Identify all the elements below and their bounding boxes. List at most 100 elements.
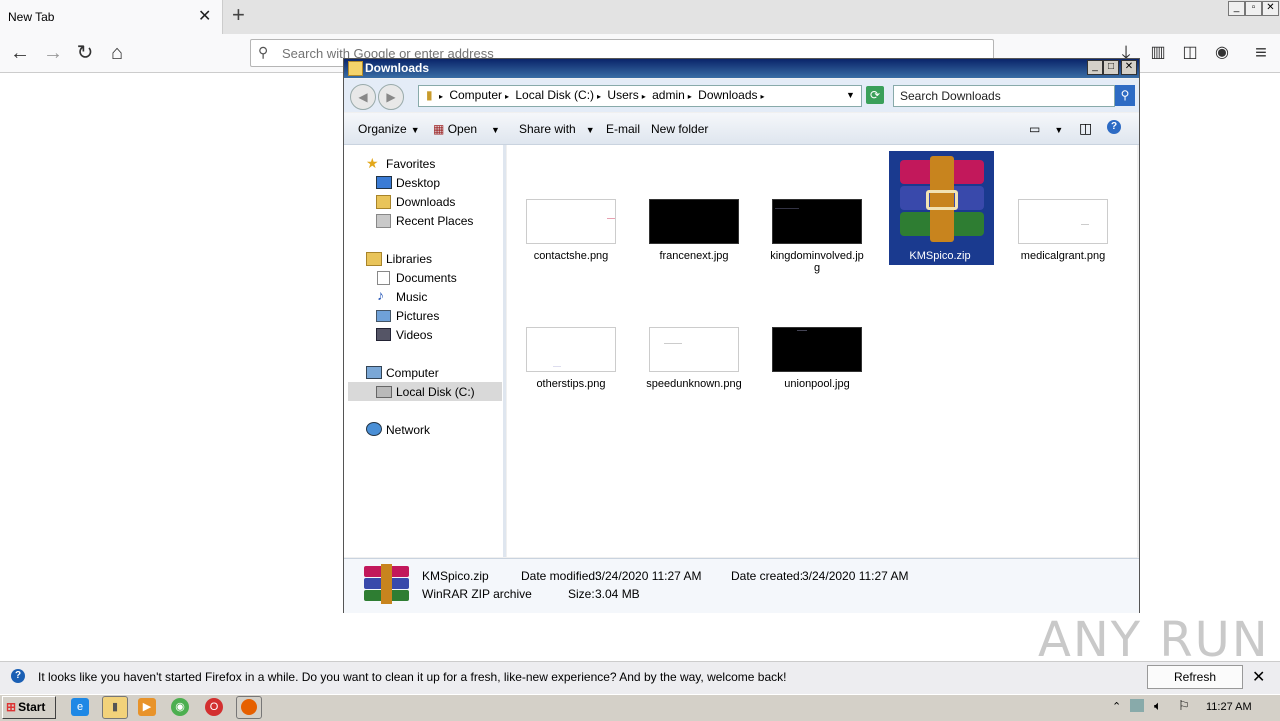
nav-network[interactable]: Network: [386, 423, 430, 437]
star-icon: ★: [366, 155, 379, 171]
folder-icon: [348, 61, 363, 76]
details-file-name: KMSpico.zip: [422, 569, 489, 583]
details-modified-value: 3/24/2020 11:27 AM: [595, 569, 702, 583]
explorer-back-icon[interactable]: ◀: [350, 84, 376, 110]
search-icon: ⚲: [258, 44, 269, 60]
winrar-archive-icon[interactable]: [896, 156, 988, 242]
menu-icon[interactable]: ≡: [1248, 42, 1274, 64]
chrome-icon[interactable]: ◉: [171, 698, 189, 716]
nav-desktop[interactable]: Desktop: [396, 176, 440, 190]
file-label-otherstips[interactable]: otherstips.png: [511, 378, 631, 390]
start-button[interactable]: ⊞ Start: [2, 696, 56, 719]
tab-title: New Tab: [8, 10, 55, 24]
anyrun-watermark: ANY RUN: [1038, 612, 1270, 668]
file-thumbnail-medicalgrant[interactable]: [1018, 199, 1108, 244]
breadcrumb-admin[interactable]: admin: [652, 88, 685, 102]
file-label-francenext[interactable]: francenext.jpg: [634, 250, 754, 262]
nav-downloads[interactable]: Downloads: [396, 195, 455, 209]
close-window-icon[interactable]: ✕: [1262, 1, 1279, 16]
file-thumbnail-unionpool[interactable]: [772, 327, 862, 372]
opera-icon[interactable]: O: [205, 698, 223, 716]
file-label-contactshe[interactable]: contactshe.png: [511, 250, 631, 262]
nav-videos[interactable]: Videos: [396, 328, 432, 342]
details-file-type: WinRAR ZIP archive: [422, 587, 532, 601]
explorer-forward-icon[interactable]: ▶: [378, 84, 404, 110]
search-icon[interactable]: ⚲: [1115, 85, 1135, 106]
notification-close-icon[interactable]: ✕: [1252, 667, 1265, 687]
refresh-icon[interactable]: ⟳: [866, 86, 884, 104]
refresh-firefox-button[interactable]: Refresh Firefox…: [1147, 665, 1243, 706]
library-icon[interactable]: ▥: [1145, 42, 1171, 64]
sidebar-icon[interactable]: ◫: [1177, 42, 1203, 64]
breadcrumb-downloads[interactable]: Downloads: [698, 88, 757, 102]
organize-button[interactable]: Organize ▼: [358, 122, 420, 136]
music-icon: ♪: [377, 287, 384, 303]
file-thumbnail-francenext[interactable]: [649, 199, 739, 244]
firefox-taskbar-icon[interactable]: [236, 696, 262, 719]
restore-icon[interactable]: ▫: [1245, 1, 1262, 16]
open-button[interactable]: ▦ Open ▼: [433, 122, 500, 136]
nav-libraries[interactable]: Libraries: [386, 252, 432, 266]
notification-text: It looks like you haven't started Firefo…: [38, 670, 787, 684]
action-center-flag-icon[interactable]: ⚐: [1178, 698, 1190, 714]
nav-recent-places[interactable]: Recent Places: [396, 214, 473, 228]
taskbar: [0, 694, 1280, 721]
file-thumbnail-speedunknown[interactable]: [649, 327, 739, 372]
tab-close-icon[interactable]: ✕: [198, 6, 211, 26]
home-icon[interactable]: ⌂: [104, 42, 130, 64]
help-icon[interactable]: ?: [1107, 120, 1121, 134]
windows-logo-icon: ⊞: [6, 700, 17, 714]
explorer-taskbar-icon[interactable]: ▮: [102, 696, 128, 719]
folder-icon: ▮: [426, 88, 433, 102]
forward-icon[interactable]: →: [40, 42, 66, 64]
file-label-unionpool[interactable]: unionpool.jpg: [757, 378, 877, 390]
share-with-button[interactable]: Share with ▼: [519, 122, 595, 136]
file-label-speedunknown[interactable]: speedunknown.png: [634, 378, 754, 390]
explorer-maximize-icon[interactable]: □: [1103, 60, 1119, 75]
minimize-icon[interactable]: _: [1228, 1, 1245, 16]
new-tab-icon[interactable]: +: [232, 4, 245, 26]
explorer-close-icon[interactable]: ✕: [1121, 60, 1137, 75]
new-folder-button[interactable]: New folder: [651, 122, 708, 136]
network-tray-icon[interactable]: [1130, 699, 1144, 712]
breadcrumb-local-disk[interactable]: Local Disk (C:): [515, 88, 594, 102]
file-label-kmspico[interactable]: KMSpico.zip: [880, 250, 1000, 262]
nav-pictures[interactable]: Pictures: [396, 309, 439, 323]
file-label-medicalgrant[interactable]: medicalgrant.png: [1003, 250, 1123, 262]
tray-expand-icon[interactable]: ⌃: [1112, 700, 1121, 713]
breadcrumb-users[interactable]: Users: [607, 88, 638, 102]
media-player-icon[interactable]: ▶: [138, 698, 156, 716]
breadcrumb-computer[interactable]: Computer: [449, 88, 502, 102]
nav-music[interactable]: Music: [396, 290, 427, 304]
back-icon[interactable]: ←: [7, 42, 33, 64]
details-modified-label: Date modified:: [521, 569, 599, 583]
explorer-titlebar[interactable]: [344, 59, 1139, 78]
recent-places-icon: [376, 214, 391, 228]
nav-documents[interactable]: Documents: [396, 271, 457, 285]
reload-icon[interactable]: ↻: [72, 42, 98, 64]
nav-favorites[interactable]: Favorites: [386, 157, 435, 171]
preview-pane-icon[interactable]: ◫: [1079, 120, 1092, 137]
libraries-icon: [366, 252, 382, 266]
details-pane: [344, 558, 1139, 613]
file-thumbnail-contactshe[interactable]: [526, 199, 616, 244]
desktop-icon: [376, 176, 392, 189]
file-label-kingdominvolved[interactable]: kingdominvolved.jp g: [757, 250, 877, 274]
info-icon: ?: [11, 669, 25, 683]
documents-icon: [377, 271, 390, 285]
details-size-value: 3.04 MB: [595, 587, 640, 601]
account-icon[interactable]: ◉: [1209, 42, 1235, 64]
volume-icon[interactable]: 🔈︎: [1154, 698, 1162, 714]
file-thumbnail-kingdominvolved[interactable]: [772, 199, 862, 244]
nav-computer[interactable]: Computer: [386, 366, 439, 380]
clock[interactable]: 11:27 AM: [1206, 701, 1252, 713]
internet-explorer-icon[interactable]: e: [71, 698, 89, 716]
file-thumbnail-otherstips[interactable]: [526, 327, 616, 372]
explorer-minimize-icon[interactable]: _: [1087, 60, 1103, 75]
view-options-icon[interactable]: ▭ ▼: [1029, 122, 1063, 136]
network-icon: [366, 422, 382, 436]
search-placeholder: Search Downloads: [900, 89, 1001, 103]
email-button[interactable]: E-mail: [606, 122, 640, 136]
nav-local-disk[interactable]: Local Disk (C:): [396, 385, 475, 399]
address-dropdown-icon[interactable]: ▼: [846, 90, 855, 100]
